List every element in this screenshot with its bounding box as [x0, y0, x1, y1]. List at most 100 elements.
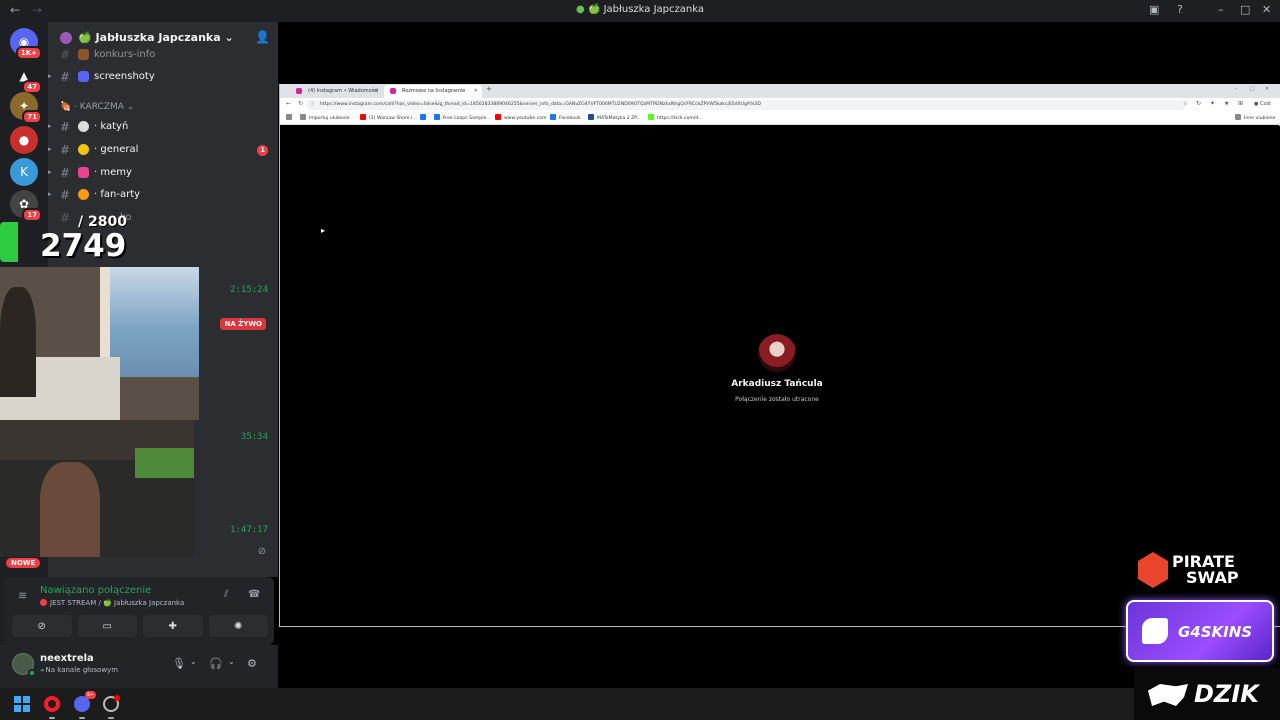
channel-item[interactable]: ▸ # · general 1 — [48, 141, 278, 161]
sponsor-text: DZIK — [1194, 680, 1259, 708]
collapse-arrow-icon: ▸ — [48, 72, 52, 80]
minimize-button[interactable]: – — [1218, 3, 1224, 16]
other-bookmarks[interactable]: Inne ulubione — [1235, 114, 1275, 123]
bookmark-item[interactable]: MATeMatyka 2 ZP... — [588, 114, 641, 123]
window-title-text: Jabłuszka Japczanka — [603, 4, 704, 15]
category-name: KARCZMA — [79, 102, 124, 112]
bookmark-item[interactable]: Importuj ulubione — [300, 114, 350, 123]
add-member-icon[interactable]: 👤 — [255, 30, 270, 44]
browser-window: (4) Instagram • Wiadomości ✕ Rozmowa na I… — [279, 84, 1280, 627]
recording-dot-icon — [114, 695, 120, 701]
collapse-arrow-icon: ▸ — [48, 190, 52, 198]
bookmark-item[interactable]: (1) Warsaw Shore I... — [360, 114, 417, 123]
url-field[interactable]: ⓘ https://www.instagram.com/call/?has_vid… — [306, 100, 1186, 110]
running-indicator — [79, 717, 85, 719]
guild-name-text: Jabłuszka Japczanka — [95, 31, 221, 44]
bookmark-item[interactable]: www.youtube.com — [495, 114, 546, 123]
browser-tab[interactable]: (4) Instagram • Wiadomości ✕ — [290, 85, 382, 98]
soundboard-button[interactable]: ✺ — [208, 615, 268, 637]
chevron-down-icon[interactable]: ⌄ — [228, 657, 235, 666]
server-icon[interactable]: ▲ 47 — [10, 62, 42, 94]
opera-icon[interactable] — [44, 696, 60, 712]
close-icon[interactable]: ✕ — [374, 85, 378, 98]
bookmark-icon — [434, 114, 440, 120]
webcam-feed-2 — [0, 420, 194, 557]
youtube-icon — [495, 114, 501, 120]
server-icon[interactable]: ✦ 71 — [10, 92, 42, 124]
server-icon[interactable]: ● — [10, 126, 38, 154]
collections-icon[interactable]: ⊞ — [1238, 100, 1243, 107]
server-badge: 71 — [22, 110, 42, 124]
discord-icon[interactable]: 9+ — [74, 691, 96, 712]
person-silhouette — [40, 462, 100, 557]
channel-name: konkurs-info — [94, 49, 156, 60]
apple-emoji-icon: 🍏 — [587, 4, 601, 15]
facebook-icon — [550, 114, 556, 120]
channel-item[interactable]: ▸ # · fan-arty — [48, 186, 278, 206]
close-icon[interactable]: ✕ — [474, 85, 478, 98]
channel-name-text: katyń — [100, 121, 129, 132]
help-icon[interactable]: ? — [1177, 3, 1183, 16]
gear-icon[interactable]: ⚙ — [247, 657, 257, 670]
voice-timer: 35:34 — [240, 432, 268, 442]
screen-share-button[interactable]: ▭ — [77, 615, 137, 637]
refresh-icon[interactable]: ↻ — [1196, 100, 1201, 107]
favorites-icon[interactable]: ★ — [1224, 100, 1229, 107]
counter-mark-icon — [0, 222, 18, 262]
channel-name-text: general — [100, 144, 139, 155]
camera-off-button[interactable]: ⊘ — [12, 615, 72, 637]
home-server-icon[interactable]: ◉ 1K+ — [10, 28, 42, 60]
browser-tab[interactable]: Rozmowa na Instagramie ✕ — [384, 85, 482, 98]
channel-item[interactable]: ▸ # screenshoty — [48, 68, 278, 88]
collapse-arrow-icon: ▸ — [48, 145, 52, 153]
bookmark-item[interactable]: Facebook — [550, 114, 581, 123]
bookmark-item[interactable]: Free Loops Sample... — [434, 114, 491, 123]
disconnect-icon[interactable]: ☎ — [248, 589, 260, 600]
server-icon[interactable]: K — [10, 158, 38, 186]
import-icon — [286, 114, 292, 120]
maximize-button[interactable]: □ — [1250, 86, 1255, 92]
minimize-button[interactable]: – — [1235, 86, 1238, 92]
copilot-button[interactable]: ● Czat — [1254, 101, 1271, 107]
bookmark-item[interactable] — [286, 114, 295, 123]
follower-counter: / 2800 2749 — [0, 212, 200, 268]
close-button[interactable]: ✕ — [1265, 86, 1269, 92]
user-panel: neextrela ◂ Na kanale głosowym 🎙 ⌄ 🎧 ⌄ ⚙ — [0, 645, 278, 688]
extensions-icon[interactable]: ✦ — [1210, 100, 1215, 107]
voice-channel-info[interactable]: JEST STREAM / 🍏 Jabłuszka Japczanka — [40, 599, 184, 607]
instagram-call-page: Arkadiusz Tańcula Połączenie zostało utr… — [280, 126, 1280, 626]
headphones-icon[interactable]: 🎧 — [209, 657, 223, 670]
microphone-icon[interactable]: 🎙 — [172, 657, 186, 670]
skull-icon — [78, 121, 89, 132]
screen-share-icon[interactable]: ▣ — [1149, 3, 1159, 16]
close-button[interactable]: ✕ — [1262, 3, 1271, 16]
bookmark-label: Importuj ulubione — [309, 116, 350, 121]
noise-suppression-icon[interactable]: ⫽ — [224, 589, 228, 600]
channel-name: screenshoty — [94, 71, 155, 82]
channel-item[interactable]: ▸ # · katyń — [48, 118, 278, 138]
new-tab-button[interactable]: + — [486, 85, 492, 93]
obs-icon[interactable] — [103, 695, 120, 712]
back-arrow-icon[interactable]: ← — [286, 100, 291, 107]
channel-item[interactable]: ▸ # · memy — [48, 164, 278, 184]
bookmark-item[interactable] — [420, 114, 429, 123]
windows-start-icon[interactable] — [14, 696, 30, 712]
refresh-icon[interactable]: ↻ — [298, 100, 303, 107]
bookmark-item[interactable]: https://kick.com/d... — [648, 114, 703, 123]
favorite-icon[interactable]: ☆ — [1183, 100, 1188, 107]
category-karczma[interactable]: 🍖 · KARCZMA ⌄ — [60, 102, 260, 112]
voice-actions: ⊘ ▭ ✚ ✺ — [12, 615, 268, 637]
channel-name: · general — [94, 144, 139, 155]
chevron-down-icon[interactable]: ⌄ — [190, 657, 197, 666]
activities-button[interactable]: ✚ — [143, 615, 203, 637]
channel-item[interactable]: # konkurs-info — [48, 46, 278, 66]
tab-label: (4) Instagram • Wiadomości — [308, 88, 379, 94]
username[interactable]: neextrela — [40, 653, 94, 664]
connection-status[interactable]: Nawiązano połączenie — [40, 585, 151, 596]
channel-name: · memy — [94, 167, 132, 178]
unread-badge: 1 — [257, 145, 268, 156]
avatar[interactable] — [12, 653, 36, 677]
maximize-button[interactable]: □ — [1240, 3, 1250, 16]
bookmark-label: MATeMatyka 2 ZP... — [597, 116, 641, 121]
title-bar: ← → ● 🍏 Jabłuszka Japczanka ▣ ? – □ ✕ — [0, 0, 1280, 22]
